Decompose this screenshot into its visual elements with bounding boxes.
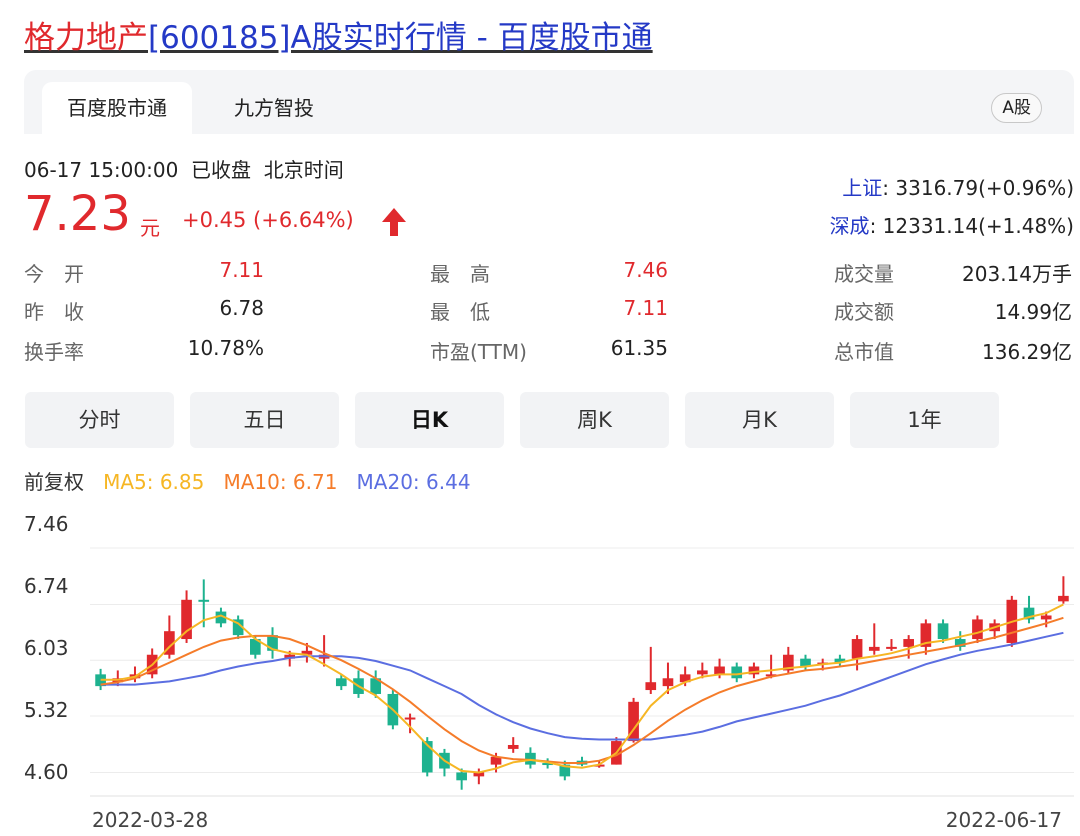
candle-body bbox=[1058, 595, 1069, 602]
candle-body bbox=[645, 682, 657, 691]
candle-body bbox=[903, 639, 914, 647]
candle-body bbox=[525, 752, 536, 765]
candle-body bbox=[731, 666, 743, 679]
candle-body bbox=[851, 639, 863, 659]
candle-body bbox=[181, 599, 192, 640]
candle-body bbox=[507, 744, 519, 749]
candle-body bbox=[697, 670, 708, 675]
candle-body bbox=[1040, 615, 1052, 620]
x-end-date: 2022-06-17 bbox=[945, 808, 1062, 832]
candle-body bbox=[662, 678, 674, 687]
candle-body bbox=[937, 623, 949, 640]
candle-body bbox=[886, 646, 897, 649]
candle-body bbox=[972, 619, 983, 640]
candle-body bbox=[198, 599, 210, 602]
candle-body bbox=[714, 666, 725, 675]
ma10-line bbox=[100, 616, 1064, 764]
ma5-line bbox=[100, 603, 1064, 774]
candle-body bbox=[456, 772, 467, 781]
candle-body bbox=[404, 717, 416, 720]
x-start-date: 2022-03-28 bbox=[92, 808, 209, 832]
candlestick-chart[interactable] bbox=[0, 0, 1080, 836]
candle-body bbox=[868, 646, 880, 651]
ma20-line bbox=[100, 631, 1064, 741]
candle-body bbox=[335, 678, 347, 687]
